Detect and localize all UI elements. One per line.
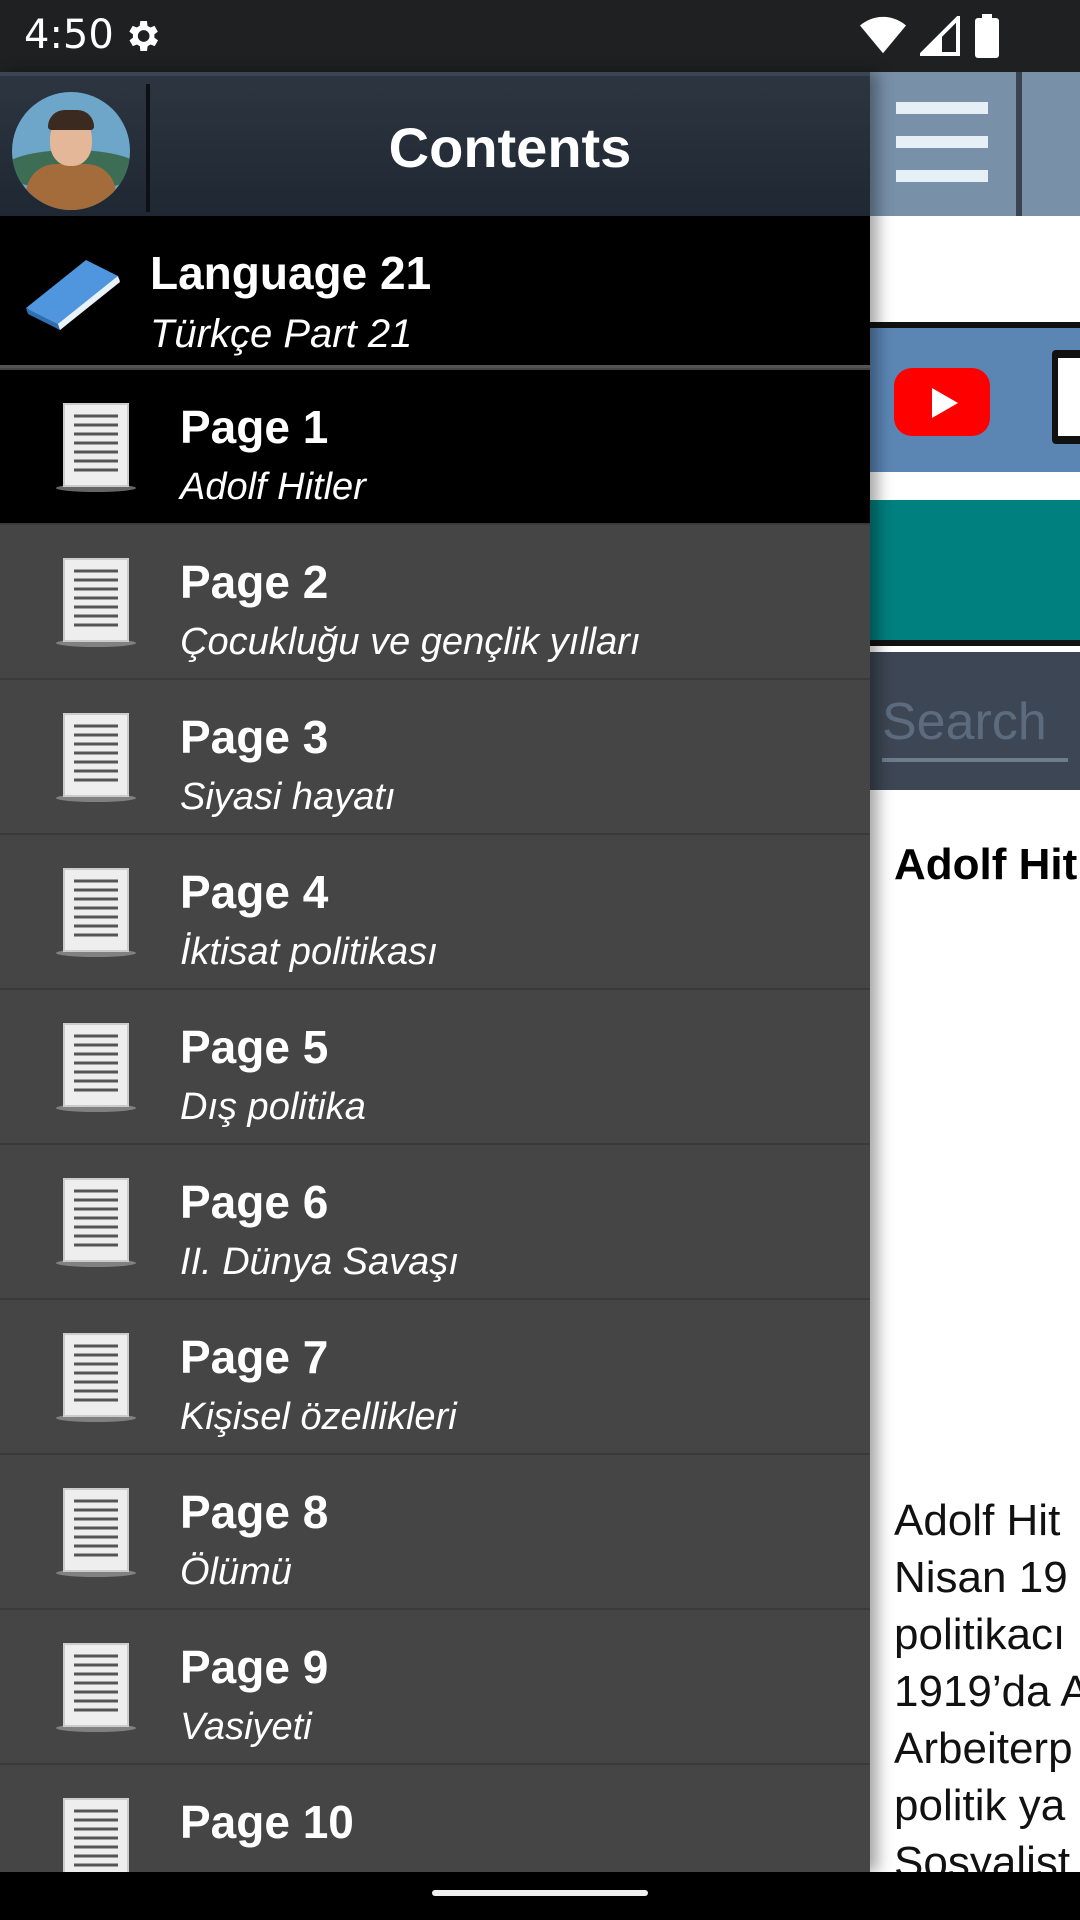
article-paragraph: Adolf Hit Nisan 19 politikacı 1919’da A …	[894, 1492, 1080, 1872]
signal-icon	[920, 16, 960, 56]
language-title: Language 21	[150, 247, 432, 299]
teal-band	[870, 500, 1080, 646]
item-subtitle: Adolf Hitler	[180, 466, 366, 508]
paragraph-line: politik ya	[894, 1781, 1066, 1830]
status-time: 4:50	[24, 12, 114, 58]
drawer-item-page-9[interactable]: Page 9 Vasiyeti	[0, 1610, 870, 1765]
background-banner	[870, 216, 1080, 324]
drawer-item-page-4[interactable]: Page 4 İktisat politikası	[0, 835, 870, 990]
background-toolbar	[870, 72, 1080, 216]
page-document-icon	[63, 1798, 129, 1872]
document-icon[interactable]	[1052, 350, 1080, 444]
navigation-drawer: Contents Language 21 Türkçe Part 21 Page…	[0, 72, 870, 1872]
page-document-icon	[56, 1333, 136, 1422]
page-document-icon	[56, 868, 136, 957]
item-title: Page 3	[180, 711, 329, 763]
item-subtitle: Siyasi hayatı	[180, 776, 396, 818]
drawer-item-page-2[interactable]: Page 2 Çocukluğu ve gençlik yılları	[0, 525, 870, 680]
drawer-item-page-6[interactable]: Page 6 II. Dünya Savaşı	[0, 1145, 870, 1300]
background-app: Search Adolf Hit Adolf Hit Nisan 19 poli…	[870, 72, 1080, 1872]
drawer-item-page-1[interactable]: Page 1 Adolf Hitler	[0, 370, 870, 525]
settings-gear-icon	[129, 21, 158, 51]
system-navigation-bar	[0, 1872, 1080, 1920]
book-icon	[26, 260, 120, 330]
drawer-item-page-8[interactable]: Page 8 Ölümü	[0, 1455, 870, 1610]
toolbar-action-button[interactable]	[1022, 72, 1080, 216]
item-title: Page 10	[180, 1796, 354, 1848]
page-document-icon	[56, 713, 136, 802]
page-document-icon	[56, 1023, 136, 1112]
item-subtitle: Vasiyeti	[180, 1706, 312, 1748]
youtube-icon[interactable]	[894, 368, 990, 436]
drawer-item-page-10[interactable]: Page 10	[0, 1765, 870, 1872]
item-title: Page 1	[180, 401, 329, 453]
page-document-icon	[56, 1178, 136, 1267]
paragraph-line: Adolf Hit	[894, 1496, 1061, 1545]
wifi-icon	[860, 16, 906, 54]
item-subtitle: İktisat politikası	[180, 931, 438, 973]
drawer-title: Contents	[388, 116, 632, 179]
drawer-item-page-7[interactable]: Page 7 Kişisel özellikleri	[0, 1300, 870, 1455]
item-title: Page 9	[180, 1641, 329, 1693]
drawer-item-page-3[interactable]: Page 3 Siyasi hayatı	[0, 680, 870, 835]
language-subtitle: Türkçe Part 21	[150, 312, 413, 356]
avatar[interactable]	[12, 92, 130, 210]
item-subtitle: Kişisel özellikleri	[180, 1396, 457, 1438]
language-selector[interactable]: Language 21 Türkçe Part 21	[0, 216, 870, 368]
home-gesture-handle[interactable]	[432, 1890, 648, 1896]
item-subtitle: Ölümü	[180, 1551, 292, 1593]
article-title: Adolf Hit	[894, 840, 1078, 889]
item-title: Page 7	[180, 1331, 329, 1383]
item-title: Page 2	[180, 556, 329, 608]
item-subtitle: II. Dünya Savaşı	[180, 1241, 459, 1283]
search-input[interactable]: Search	[882, 692, 1047, 752]
drawer-item-page-5[interactable]: Page 5 Dış politika	[0, 990, 870, 1145]
search-bar: Search	[870, 652, 1080, 790]
paragraph-line: politikacı	[894, 1610, 1066, 1659]
page-document-icon	[56, 403, 136, 492]
hamburger-menu-icon[interactable]	[870, 72, 1016, 216]
paragraph-line: Arbeiterp	[894, 1724, 1073, 1773]
page-list: Page 1 Adolf Hitler Page 2 Çocukluğu ve gen…	[0, 370, 870, 1872]
item-title: Page 5	[180, 1021, 329, 1073]
item-title: Page 4	[180, 866, 329, 918]
page-document-icon	[56, 1488, 136, 1577]
item-subtitle: Dış politika	[180, 1086, 366, 1128]
paragraph-line: 1919’da A	[894, 1667, 1080, 1716]
page-document-icon	[56, 558, 136, 647]
battery-icon	[975, 14, 999, 58]
media-band	[870, 328, 1080, 472]
paragraph-line: Nisan 19	[894, 1553, 1068, 1602]
item-title: Page 8	[180, 1486, 329, 1538]
item-title: Page 6	[180, 1176, 329, 1228]
drawer-header: Contents	[0, 72, 870, 216]
search-underline	[882, 758, 1068, 762]
item-subtitle: Çocukluğu ve gençlik yılları	[180, 621, 641, 663]
paragraph-line: Sosyalist	[894, 1838, 1071, 1872]
page-document-icon	[56, 1643, 136, 1732]
status-bar: 4:50	[0, 0, 1080, 72]
